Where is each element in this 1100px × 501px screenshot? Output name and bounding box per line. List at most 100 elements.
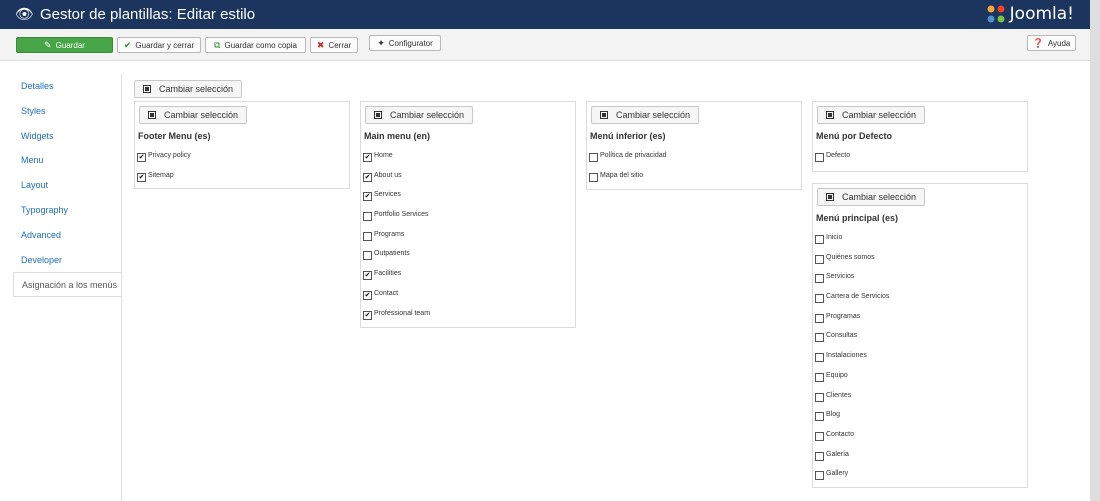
menu-item-checkbox[interactable]: ✔ [363, 153, 372, 162]
menu-item-checkbox[interactable] [363, 212, 372, 222]
menu-item-checkbox[interactable] [589, 153, 598, 162]
menu-item: ✔ About us [363, 171, 430, 191]
menu-item-checkbox[interactable] [815, 431, 824, 441]
toolbar: ✎ Guardar ✔ Guardar y cerrar ⧉ Guardar c… [0, 29, 1090, 61]
configurator-button[interactable]: ✦ Configurator [369, 35, 441, 51]
save-as-copy-button[interactable]: ⧉ Guardar como copia [205, 37, 306, 53]
menu-item-checkbox[interactable]: ✔ [363, 172, 372, 182]
menu-item-checkbox[interactable]: ✔ [363, 192, 372, 202]
menu-item: ✔ Facilities [363, 269, 430, 289]
menu-item-label: Servicios [826, 273, 855, 281]
menu-item-checkbox[interactable] [815, 235, 824, 244]
menu-item: Política de privacidad [589, 151, 667, 171]
menu-item-checkbox[interactable] [815, 294, 824, 304]
menu-panel: Cambiar selección Menú principal (es) Inic… [812, 183, 1028, 488]
toggle-menu-selection-label: Cambiar selección [842, 110, 917, 120]
menu-panel: Cambiar selección Main menu (en) ✔ Home ✔ Abo… [360, 101, 576, 328]
menu-item: Blog [815, 410, 889, 430]
tab-styles[interactable]: Styles [13, 99, 122, 124]
menu-item-checkbox[interactable] [363, 231, 372, 241]
tab-widgets[interactable]: Widgets [13, 124, 122, 149]
menu-item-label: Equipo [826, 371, 848, 379]
toggle-menu-selection-button[interactable]: Cambiar selección [591, 106, 700, 124]
save-label: Guardar [55, 40, 85, 50]
close-button[interactable]: ✖ Cerrar [310, 37, 358, 53]
tab-layout[interactable]: Layout [13, 173, 122, 198]
sidebar-tabs: Detalles Styles Widgets Menu Layout Typo… [13, 74, 122, 298]
menu-item-checkbox[interactable] [815, 313, 824, 323]
menu-item-checkbox[interactable]: ✔ [137, 153, 146, 162]
page-scrollbar[interactable] [1090, 0, 1100, 501]
menu-title: Menú por Defecto [816, 131, 893, 141]
menu-item: Programs [363, 230, 430, 250]
toggle-menu-selection-label: Cambiar selección [842, 192, 917, 202]
toggle-menu-selection-label: Cambiar selección [164, 110, 239, 120]
save-and-close-button[interactable]: ✔ Guardar y cerrar [117, 37, 201, 53]
tab-advanced[interactable]: Advanced [13, 223, 122, 248]
tab-menu-assignment[interactable]: Asignación a los menús [13, 272, 122, 298]
menu-item-label: Inicio [826, 234, 843, 241]
toggle-all-label: Cambiar selección [159, 84, 234, 94]
close-label: Cerrar [328, 40, 352, 50]
toggle-menu-selection-button[interactable]: Cambiar selección [365, 106, 474, 124]
menu-item: Outpatients [363, 249, 430, 269]
menu-item-checkbox[interactable] [815, 333, 824, 343]
menu-item-checkbox[interactable] [815, 412, 824, 422]
menu-item-checkbox[interactable] [815, 392, 824, 402]
tab-menu[interactable]: Menu [13, 148, 122, 173]
menu-item-label: Instalaciones [826, 352, 867, 360]
menu-item-checkbox[interactable] [589, 172, 598, 182]
menu-item-label: Galería [826, 450, 849, 458]
menu-item-checkbox[interactable]: ✔ [363, 310, 372, 320]
joomla-logo[interactable]: Joomla! [986, 3, 1074, 25]
toggle-menu-selection-label: Cambiar selección [390, 110, 465, 120]
tab-typography[interactable]: Typography [13, 198, 122, 223]
menu-item-label: Quiénes somos [826, 253, 875, 261]
menu-item-checkbox[interactable]: ✔ [363, 290, 372, 300]
question-icon: ❓ [1032, 37, 1044, 48]
menu-item-label: Privacy policy [148, 152, 191, 159]
copy-icon: ⧉ [214, 39, 221, 50]
menu-item: Cartera de Servicios [815, 292, 889, 312]
menu-item-checkbox[interactable] [815, 353, 824, 363]
menu-item-label: Professional team [374, 309, 431, 317]
toggle-menu-selection-button[interactable]: Cambiar selección [817, 188, 926, 206]
toggle-all-button[interactable]: Cambiar selección [134, 80, 243, 98]
menu-panel: Cambiar selección Menú inferior (es) Polít… [586, 101, 802, 190]
menu-item-checkbox[interactable]: ✔ [363, 271, 372, 281]
menu-item-checkbox[interactable] [815, 254, 824, 264]
save-button[interactable]: ✎ Guardar [16, 37, 113, 53]
menu-title: Footer Menu (es) [138, 131, 211, 141]
menu-item-checkbox[interactable] [815, 153, 824, 162]
menu-item-label: Programs [374, 230, 405, 238]
help-button[interactable]: ❓ Ayuda [1027, 35, 1076, 51]
toggle-selection-icon [148, 111, 156, 119]
tab-developer[interactable]: Developer [13, 248, 122, 273]
menu-item-label: Outpatients [374, 250, 410, 258]
tab-detalles[interactable]: Detalles [13, 74, 122, 99]
toggle-menu-selection-button[interactable]: Cambiar selección [139, 106, 248, 124]
menu-item-list: ✔ Privacy policy ✔ Sitemap [137, 151, 191, 190]
menu-title: Menú principal (es) [816, 213, 899, 223]
save-as-copy-label: Guardar como copia [224, 40, 297, 50]
menu-item-checkbox[interactable]: ✔ [137, 172, 146, 182]
menu-item: Programas [815, 312, 889, 332]
toggle-menu-selection-button[interactable]: Cambiar selección [817, 106, 926, 124]
menu-item-label: Sitemap [148, 171, 174, 179]
menu-item-label: Contacto [826, 430, 855, 438]
menu-item-checkbox[interactable] [815, 372, 824, 382]
menu-item: Quiénes somos [815, 253, 889, 273]
menu-item-checkbox[interactable] [363, 251, 372, 261]
menu-item-checkbox[interactable] [815, 471, 824, 481]
logo-text: Joomla! [1009, 4, 1074, 24]
menu-item-list: Defecto [815, 151, 850, 171]
help-label: Ayuda [1047, 38, 1071, 48]
menu-item-checkbox[interactable] [815, 451, 824, 461]
menu-item-checkbox[interactable] [815, 274, 824, 284]
menu-item-label: Home [374, 152, 393, 159]
menu-item-list: Inicio Quiénes somos Servicios Cartera de S… [815, 233, 889, 489]
menu-item-label: Services [374, 191, 401, 199]
menu-item: ✔ Home [363, 151, 430, 171]
menu-title: Menú inferior (es) [590, 131, 666, 141]
menu-item: ✔ Professional team [363, 309, 430, 329]
